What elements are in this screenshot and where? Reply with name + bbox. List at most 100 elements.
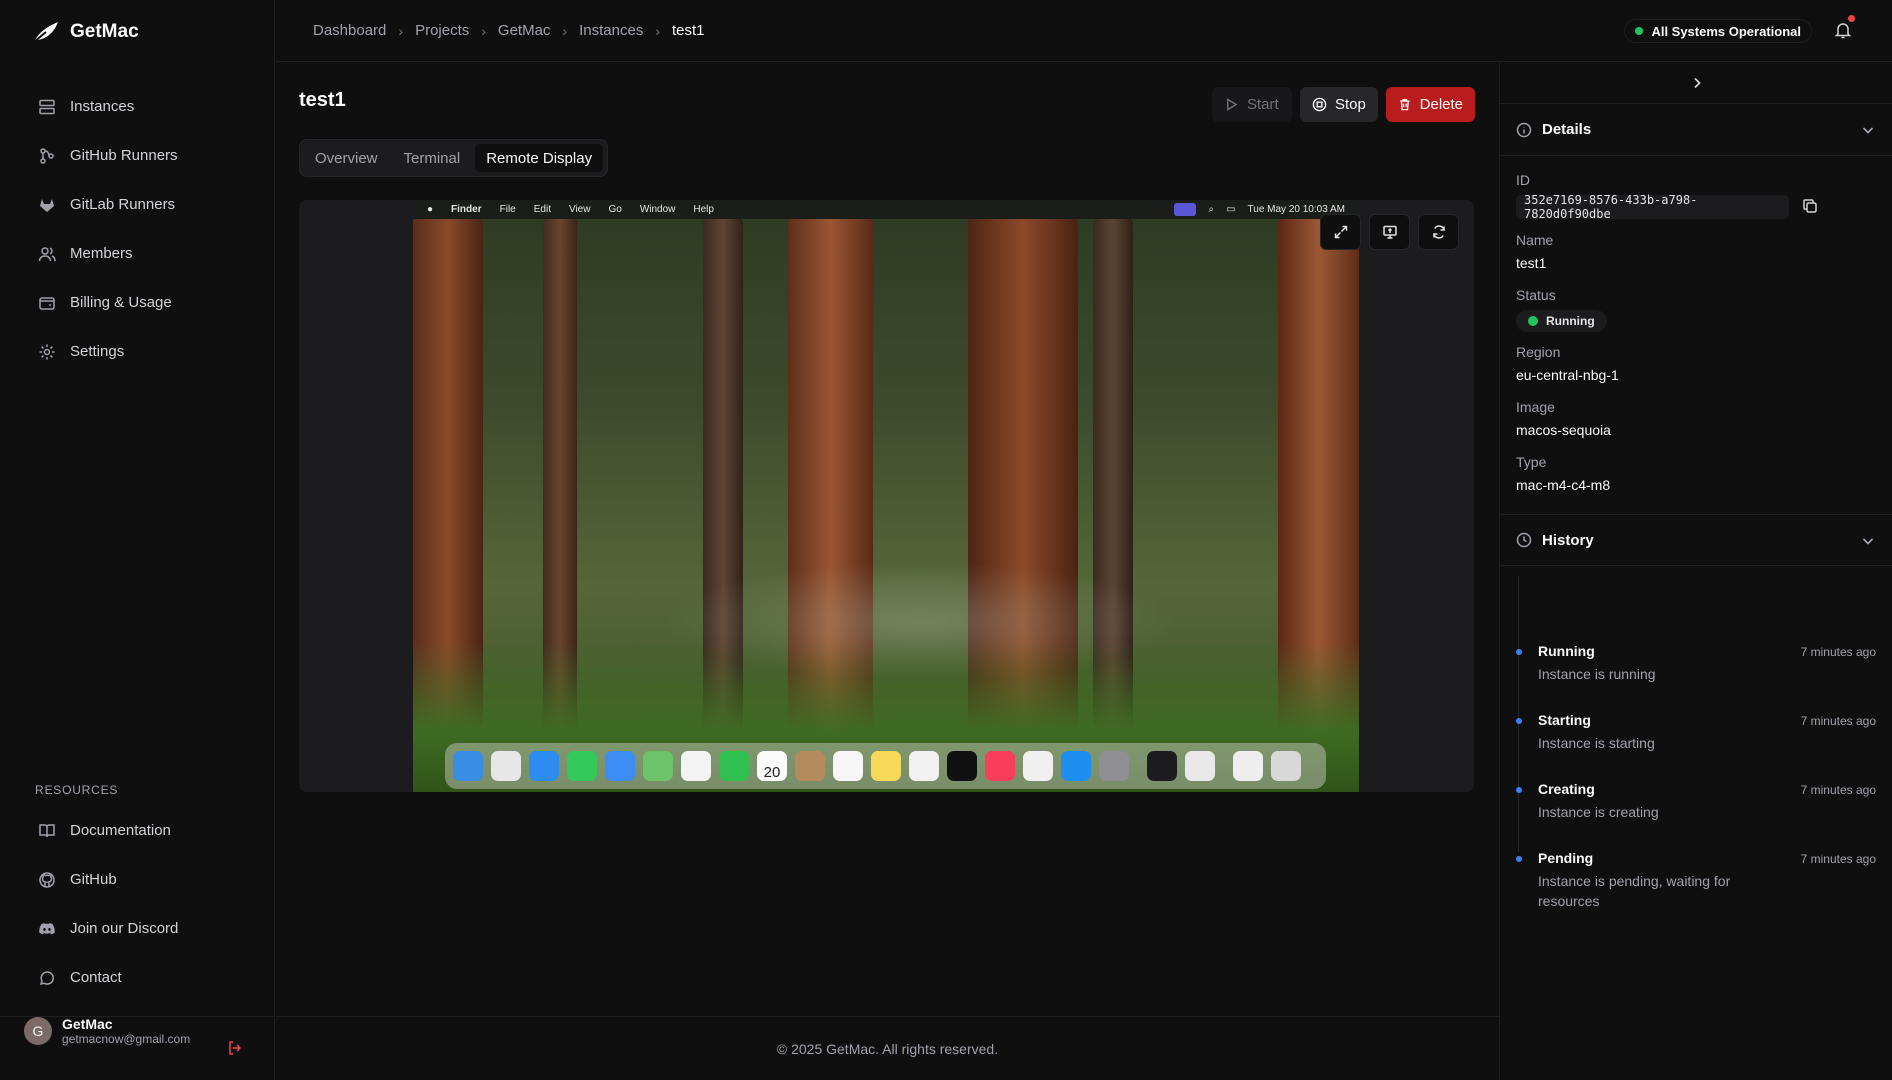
- resources-heading: RESOURCES: [35, 783, 119, 797]
- contacts-icon[interactable]: [795, 751, 825, 781]
- photos-icon[interactable]: [681, 751, 711, 781]
- user-profile[interactable]: G GetMac getmacnow@gmail.com: [24, 1016, 190, 1046]
- logout-icon[interactable]: [227, 1040, 243, 1056]
- breadcrumb-getmac[interactable]: GetMac: [498, 22, 551, 39]
- app-store-icon[interactable]: [1061, 751, 1091, 781]
- name-label: Name: [1516, 232, 1554, 248]
- mac-menu-finder: Finder: [451, 204, 482, 215]
- remote-display-controls: [1320, 214, 1459, 250]
- status-dot-icon: [1635, 27, 1644, 35]
- remote-screen[interactable]: ● Finder File Edit View Go Window Help ⌕…: [413, 200, 1359, 792]
- finder-icon[interactable]: [453, 751, 483, 781]
- screen-share-button[interactable]: [1369, 214, 1410, 250]
- system-status-badge[interactable]: All Systems Operational: [1624, 19, 1812, 43]
- trash-icon[interactable]: [1271, 751, 1301, 781]
- type-label: Type: [1516, 454, 1547, 470]
- history-title: Running: [1538, 643, 1595, 659]
- system-status-text: All Systems Operational: [1651, 23, 1801, 39]
- instance-tabs: Overview Terminal Remote Display: [299, 139, 609, 177]
- status-label: Status: [1516, 287, 1556, 303]
- type-value: mac-m4-c4-m8: [1516, 477, 1611, 493]
- timeline-dot-icon: [1516, 649, 1522, 655]
- reminders-icon[interactable]: [833, 751, 863, 781]
- nav-item-instances[interactable]: Instances: [28, 82, 260, 131]
- nav-item-settings[interactable]: Settings: [28, 327, 260, 376]
- history-heading: History: [1542, 531, 1594, 549]
- image-value: macos-sequoia: [1516, 422, 1611, 438]
- music-icon[interactable]: [985, 751, 1015, 781]
- mac-menu-help: Help: [693, 204, 714, 215]
- news-icon[interactable]: [1023, 751, 1053, 781]
- apple-icon: ●: [427, 204, 434, 215]
- nav-label: Instances: [70, 98, 135, 115]
- region-value: eu-central-nbg-1: [1516, 367, 1619, 383]
- panel-collapse-button[interactable]: [1500, 62, 1892, 104]
- safari-icon[interactable]: [529, 751, 559, 781]
- wallet-icon: [38, 294, 56, 312]
- timeline-dot-icon: [1516, 718, 1522, 724]
- mac-menubar: ● Finder File Edit View Go Window Help ⌕…: [413, 200, 1359, 219]
- document-icon[interactable]: [1233, 751, 1263, 781]
- region-label: Region: [1516, 344, 1561, 360]
- facetime-icon[interactable]: [719, 751, 749, 781]
- nav-item-github[interactable]: GitHub: [28, 855, 260, 904]
- nav-item-billing[interactable]: Billing & Usage: [28, 278, 260, 327]
- notes-icon[interactable]: [871, 751, 901, 781]
- history-time: 7 minutes ago: [1800, 852, 1876, 866]
- gitlab-icon: [38, 196, 56, 214]
- chevron-down-icon: [1862, 127, 1874, 134]
- freeform-icon[interactable]: [909, 751, 939, 781]
- avatar: G: [24, 1017, 52, 1045]
- nav-item-github-runners[interactable]: GitHub Runners: [28, 131, 260, 180]
- apple-tv-icon[interactable]: [947, 751, 977, 781]
- nav-item-gitlab-runners[interactable]: GitLab Runners: [28, 180, 260, 229]
- bell-icon[interactable]: [1834, 21, 1852, 39]
- users-icon: [38, 245, 56, 263]
- details-section-header[interactable]: Details: [1500, 104, 1892, 156]
- breadcrumb-dashboard[interactable]: Dashboard: [313, 22, 386, 39]
- tab-remote-display[interactable]: Remote Display: [475, 144, 604, 172]
- control-center-icon: ▭: [1226, 204, 1236, 215]
- forest-wallpaper: [413, 219, 1359, 792]
- topbar: Dashboard › Projects › GetMac › Instance…: [276, 0, 1892, 62]
- system-settings-icon[interactable]: [1099, 751, 1129, 781]
- tab-overview[interactable]: Overview: [304, 144, 389, 172]
- delete-button[interactable]: Delete: [1386, 87, 1475, 122]
- breadcrumb: Dashboard › Projects › GetMac › Instance…: [313, 22, 705, 39]
- mac-menu-view: View: [568, 204, 591, 215]
- user-email: getmacnow@gmail.com: [62, 1032, 191, 1046]
- timeline-dot-icon: [1516, 856, 1522, 862]
- nav-item-contact[interactable]: Contact: [28, 953, 260, 1002]
- history-time: 7 minutes ago: [1800, 783, 1876, 797]
- instance-details-panel: Details ID 352e7169-8576-433b-a798-7820d…: [1499, 62, 1892, 1080]
- mail-icon[interactable]: [605, 751, 635, 781]
- nav-item-documentation[interactable]: Documentation: [28, 806, 260, 855]
- app-logo[interactable]: GetMac: [32, 20, 139, 44]
- messages-icon[interactable]: [567, 751, 597, 781]
- history-section-header[interactable]: History: [1500, 514, 1892, 566]
- start-button[interactable]: Start: [1212, 87, 1292, 122]
- textedit-icon[interactable]: [1185, 751, 1215, 781]
- nav-item-discord[interactable]: Join our Discord: [28, 904, 260, 953]
- nav-item-members[interactable]: Members: [28, 229, 260, 278]
- tab-terminal[interactable]: Terminal: [393, 144, 472, 172]
- name-value: test1: [1516, 255, 1547, 271]
- refresh-button[interactable]: [1418, 214, 1459, 250]
- breadcrumb-projects[interactable]: Projects: [415, 22, 469, 39]
- timeline-dot-icon: [1516, 787, 1522, 793]
- mac-menu-edit: Edit: [533, 204, 551, 215]
- status-badge: Running: [1516, 310, 1607, 332]
- nav-label: GitHub: [70, 871, 117, 888]
- breadcrumb-instances[interactable]: Instances: [579, 22, 643, 39]
- calendar-icon[interactable]: 20: [757, 751, 787, 781]
- terminal-icon[interactable]: [1147, 751, 1177, 781]
- footer: © 2025 GetMac. All rights reserved.: [276, 1016, 1499, 1080]
- launchpad-icon[interactable]: [491, 751, 521, 781]
- maps-icon[interactable]: [643, 751, 673, 781]
- remote-display-viewer[interactable]: ● Finder File Edit View Go Window Help ⌕…: [299, 200, 1474, 792]
- stop-button[interactable]: Stop: [1300, 87, 1378, 122]
- nav-label: Billing & Usage: [70, 294, 172, 311]
- fullscreen-button[interactable]: [1320, 214, 1361, 250]
- history-time: 7 minutes ago: [1800, 714, 1876, 728]
- copy-icon[interactable]: [1802, 198, 1818, 214]
